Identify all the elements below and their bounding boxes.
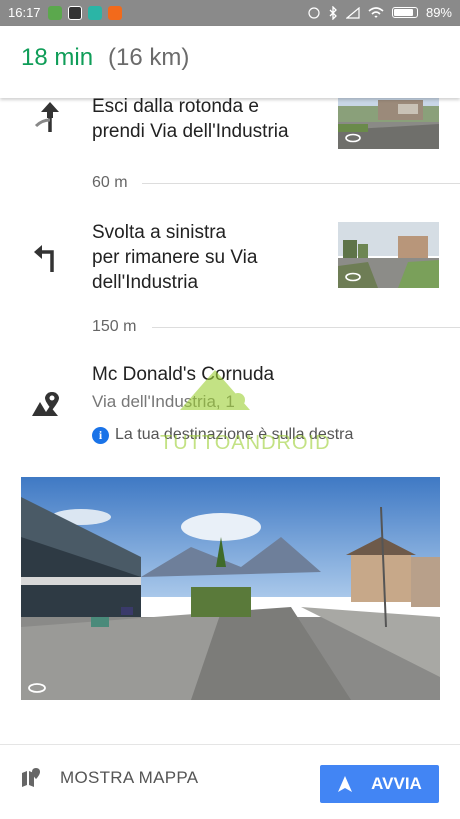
status-indicators: 89% bbox=[308, 5, 452, 20]
destination-pin-icon bbox=[32, 392, 59, 416]
status-bar: 16:17 89% bbox=[0, 0, 460, 26]
wifi-icon bbox=[368, 6, 384, 18]
step-line: per rimanere su Via bbox=[92, 247, 258, 268]
distance-separator: 150 m bbox=[92, 318, 460, 338]
step-line: Svolta a sinistra bbox=[92, 222, 227, 243]
turn-left-icon bbox=[34, 245, 54, 272]
status-time: 16:17 bbox=[8, 5, 41, 20]
show-map-button[interactable]: MOSTRA MAPPA bbox=[20, 767, 198, 789]
battery-icon bbox=[391, 7, 418, 18]
clock-app-icon bbox=[68, 6, 82, 20]
street-view-thumbnail[interactable] bbox=[338, 222, 439, 288]
street-view-image bbox=[21, 477, 440, 700]
destination-street-view[interactable] bbox=[21, 477, 440, 700]
route-distance: (16 km) bbox=[108, 44, 190, 71]
roundabout-exit-icon bbox=[34, 102, 59, 132]
step-instruction: Svolta a sinistra per rimanere su Via de… bbox=[92, 220, 257, 295]
street-view-thumbnail[interactable] bbox=[338, 94, 439, 149]
route-header: 18 min (16 km) bbox=[0, 26, 460, 98]
divider bbox=[142, 183, 460, 184]
step-distance: 60 m bbox=[92, 174, 128, 191]
divider bbox=[152, 327, 460, 328]
destination-name: Mc Donald's Cornuda bbox=[92, 364, 275, 385]
step-distance: 150 m bbox=[92, 318, 137, 335]
destination-info-text: La tua destinazione è sulla destra bbox=[115, 426, 354, 443]
direction-step[interactable]: Esci dalla rotonda e prendi Via dell'Ind… bbox=[0, 94, 460, 154]
start-label: AVVIA bbox=[371, 774, 422, 793]
shop-app-icon bbox=[108, 6, 122, 20]
distance-separator: 60 m bbox=[92, 174, 460, 194]
bluetooth-icon bbox=[329, 5, 337, 20]
battery-level: 89% bbox=[425, 5, 452, 20]
app-notification-icon bbox=[48, 6, 62, 20]
street-view-rotate-icon bbox=[28, 683, 46, 693]
step-line: prendi Via dell'Industria bbox=[92, 121, 289, 142]
destination-address: Via dell'Industria, 1 bbox=[92, 392, 235, 411]
route-duration: 18 min bbox=[21, 44, 94, 71]
bottom-action-bar: MOSTRA MAPPA AVVIA bbox=[0, 744, 460, 819]
direction-step[interactable]: Svolta a sinistra per rimanere su Via de… bbox=[0, 220, 460, 310]
step-line: dell'Industria bbox=[92, 272, 199, 293]
street-view-rotate-icon bbox=[345, 272, 361, 282]
destination-info: i La tua destinazione è sulla destra bbox=[92, 426, 353, 444]
navigation-arrow-icon bbox=[338, 776, 353, 792]
alarm-icon bbox=[308, 6, 320, 19]
show-map-label: MOSTRA MAPPA bbox=[60, 768, 199, 787]
start-navigation-button[interactable]: AVVIA bbox=[320, 765, 439, 803]
browser-app-icon bbox=[88, 6, 102, 20]
signal-icon bbox=[345, 6, 360, 19]
street-view-rotate-icon bbox=[345, 133, 361, 143]
info-icon: i bbox=[92, 426, 109, 444]
step-instruction: Esci dalla rotonda e prendi Via dell'Ind… bbox=[92, 94, 289, 144]
map-pin-icon bbox=[22, 768, 40, 787]
